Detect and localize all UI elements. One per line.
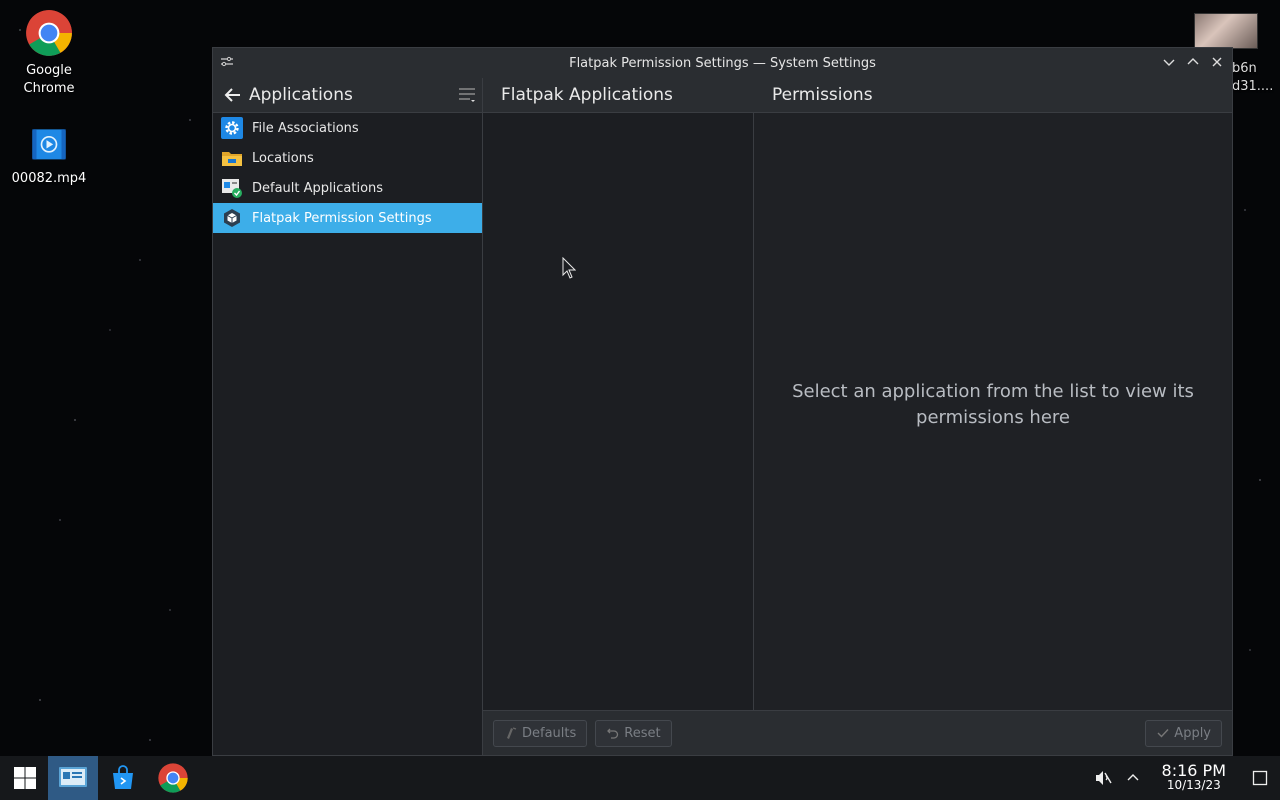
window-title: Flatpak Permission Settings — System Set… xyxy=(569,55,876,71)
taskbar-google-chrome[interactable] xyxy=(148,756,198,800)
gear-icon xyxy=(221,117,243,139)
reset-label: Reset xyxy=(624,725,661,741)
desktop-thumbnail-label: b6n d31.... xyxy=(1232,61,1274,94)
apply-button[interactable]: Apply xyxy=(1145,719,1222,747)
window-menu-icon[interactable] xyxy=(219,54,235,70)
hamburger-menu-icon[interactable] xyxy=(458,86,476,104)
defaults-label: Defaults xyxy=(522,725,577,741)
default-apps-icon xyxy=(222,179,242,198)
sidebar-item-label: Default Applications xyxy=(252,180,384,196)
sidebar: File Associations Locations Default Appl… xyxy=(213,113,483,755)
desktop-icon-label: Google Chrome xyxy=(23,63,75,96)
empty-state-message: Select an application from the list to v… xyxy=(792,380,1194,428)
windows-logo-icon xyxy=(14,767,36,789)
defaults-button[interactable]: Defaults xyxy=(493,719,588,747)
sidebar-item-file-associations[interactable]: File Associations xyxy=(213,113,482,143)
chrome-icon xyxy=(26,10,72,56)
permissions-pane: Select an application from the list to v… xyxy=(754,113,1232,710)
desktop-thumbnail[interactable] xyxy=(1194,13,1258,49)
flatpak-icon xyxy=(224,209,240,227)
flatpak-applications-list[interactable] xyxy=(483,113,754,710)
close-icon xyxy=(1212,57,1222,67)
volume-button[interactable] xyxy=(1088,756,1118,800)
maximize-button[interactable] xyxy=(1184,53,1202,71)
shopping-bag-icon xyxy=(113,765,133,789)
taskbar-store[interactable] xyxy=(98,756,148,800)
sidebar-item-label: Locations xyxy=(252,150,314,166)
system-settings-window: Flatpak Permission Settings — System Set… xyxy=(212,47,1233,756)
sidebar-item-locations[interactable]: Locations xyxy=(213,143,482,173)
notification-icon xyxy=(1252,770,1268,786)
folder-icon xyxy=(222,152,242,166)
close-button[interactable] xyxy=(1208,53,1226,71)
permissions-pane-header: Permissions xyxy=(772,85,873,105)
chevron-up-icon xyxy=(1187,58,1199,65)
settings-footer: Defaults Reset Apply xyxy=(483,710,1232,755)
sidebar-item-label: File Associations xyxy=(252,120,359,136)
volume-muted-icon xyxy=(1095,771,1112,785)
chrome-icon xyxy=(158,763,188,793)
system-settings-icon xyxy=(59,767,87,787)
checkmark-icon xyxy=(1157,729,1169,738)
defaults-icon xyxy=(507,727,517,739)
start-menu-button[interactable] xyxy=(0,756,50,800)
clock-date: 10/13/23 xyxy=(1166,778,1221,792)
back-arrow-icon[interactable] xyxy=(223,85,243,105)
window-titlebar[interactable]: Flatpak Permission Settings — System Set… xyxy=(213,48,1232,78)
sidebar-header-title: Applications xyxy=(249,85,353,105)
taskbar-clock[interactable]: 8:16 PM 10/13/23 xyxy=(1162,763,1226,793)
apply-label: Apply xyxy=(1174,725,1211,741)
desktop-icon-label: 00082.mp4 xyxy=(11,171,87,186)
chevron-down-icon xyxy=(1163,59,1175,66)
chevron-up-icon xyxy=(1127,774,1139,781)
sidebar-item-label: Flatpak Permission Settings xyxy=(252,210,432,226)
sidebar-item-flatpak-permission-settings[interactable]: Flatpak Permission Settings xyxy=(213,203,482,233)
video-file-icon xyxy=(32,129,66,160)
system-tray-expand-button[interactable] xyxy=(1118,756,1148,800)
undo-icon xyxy=(607,728,619,739)
clock-time: 8:16 PM xyxy=(1161,761,1226,780)
show-desktop-button[interactable] xyxy=(1240,756,1280,800)
desktop-icon-video-file[interactable]: 00082.mp4 xyxy=(4,126,94,188)
desktop-icon-google-chrome[interactable]: Google Chrome xyxy=(4,8,94,98)
taskbar: 8:16 PM 10/13/23 xyxy=(0,756,1280,800)
apps-pane-header: Flatpak Applications xyxy=(501,85,673,105)
sidebar-item-default-applications[interactable]: Default Applications xyxy=(213,173,482,203)
minimize-button[interactable] xyxy=(1160,53,1178,71)
mouse-cursor-icon xyxy=(562,257,576,279)
reset-button[interactable]: Reset xyxy=(595,719,672,747)
taskbar-system-settings[interactable] xyxy=(48,756,98,800)
